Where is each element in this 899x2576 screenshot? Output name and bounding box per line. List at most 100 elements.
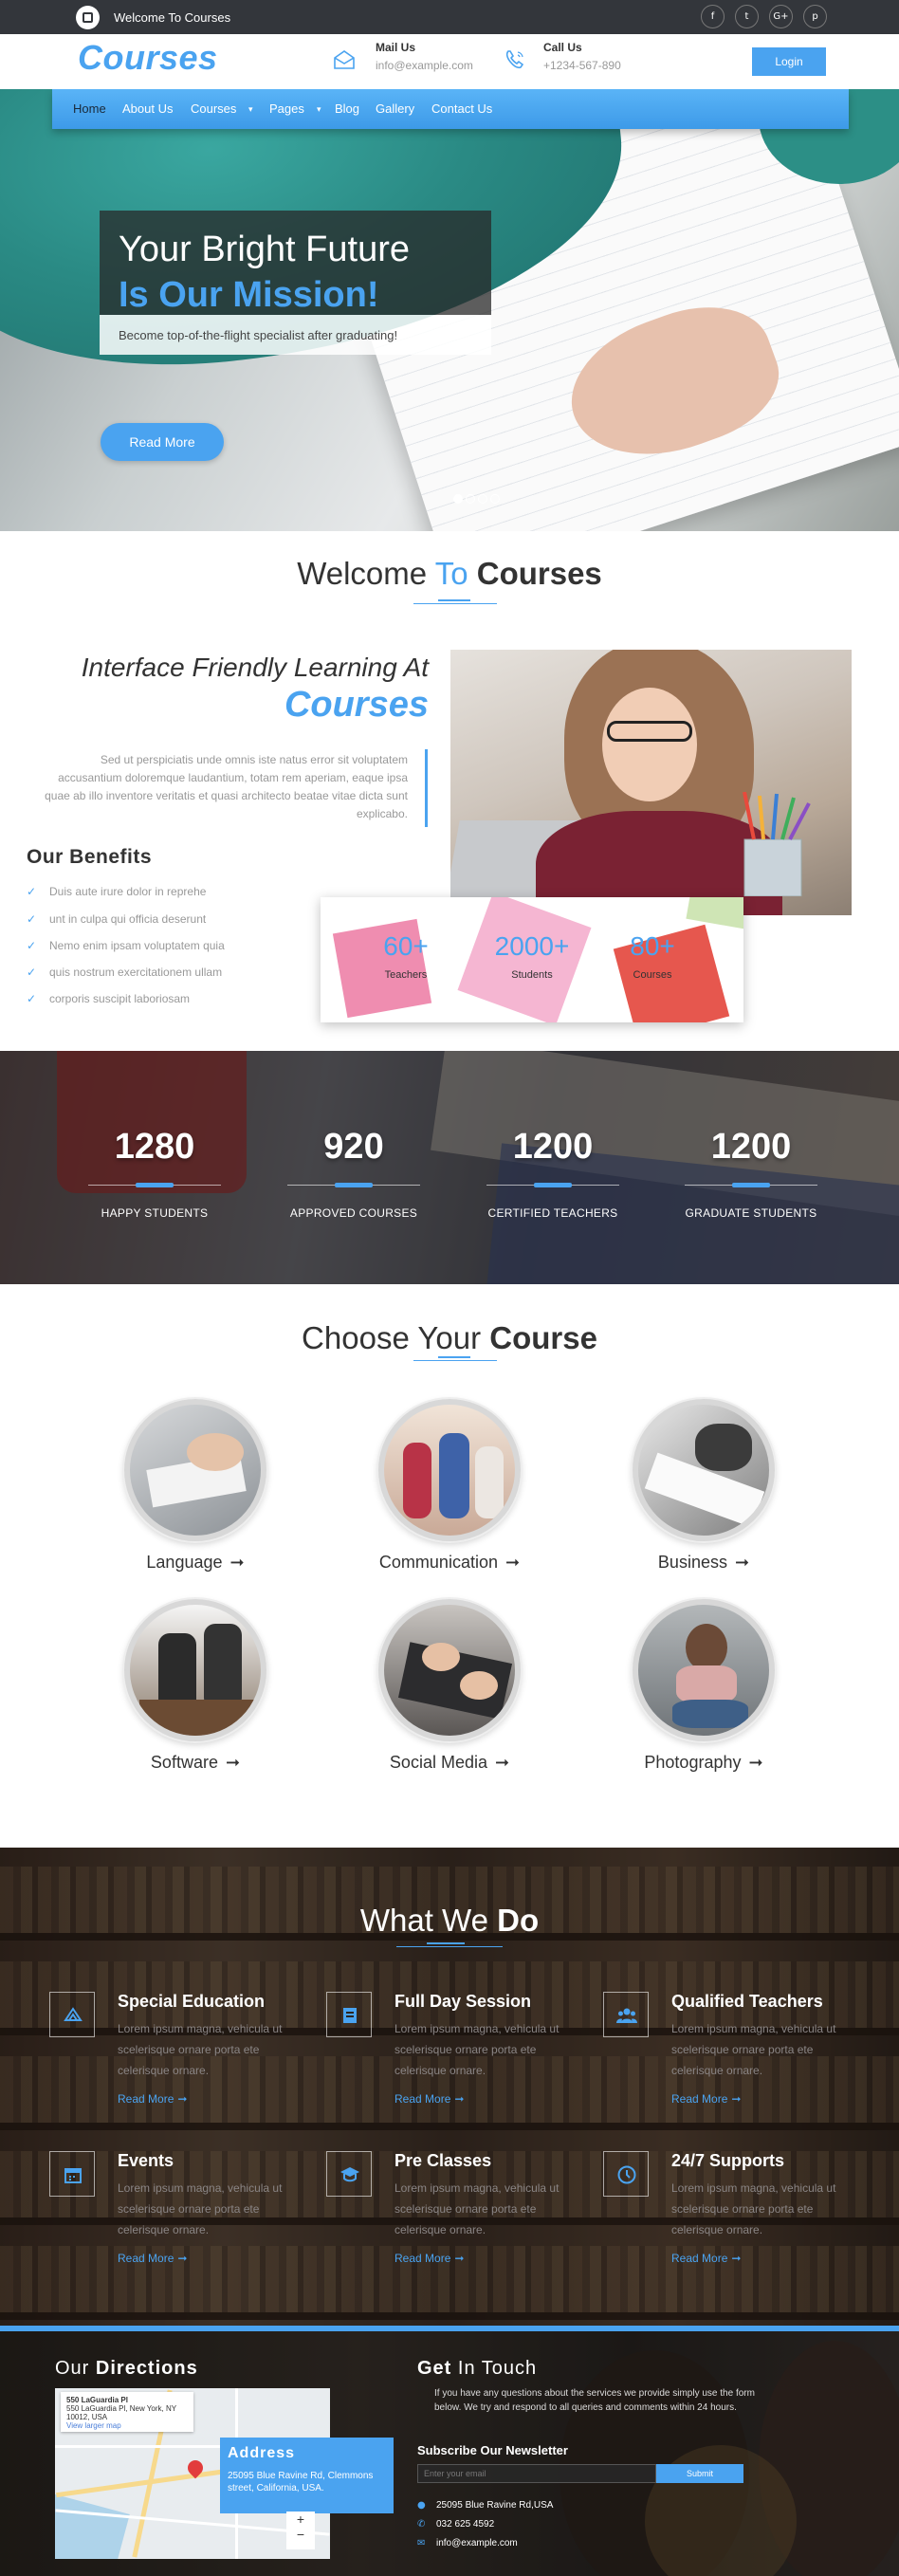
benefit-item: ✓ Nemo enim ipsam voluptatem quia [27,939,225,952]
nav-about[interactable]: About Us [122,101,173,116]
mortarboard-icon [326,2151,372,2197]
arrow-right-icon: ➞ [494,1753,510,1773]
arrow-right-icon: ➞ [225,1753,241,1773]
pinterest-icon[interactable]: p [803,5,827,28]
course-language[interactable]: Language ➞ [101,1399,290,1573]
nav-blog[interactable]: Blog [335,101,359,116]
benefit-item: ✓ Duis aute irure dolor in reprehe [27,885,207,898]
graduation-icon [49,1992,95,2037]
twitter-icon[interactable]: t [735,5,759,28]
facebook-icon[interactable]: f [701,5,725,28]
stat-teachers: 60+ Teachers [383,931,429,981]
course-image[interactable] [124,1599,266,1741]
check-icon: ✓ [27,885,37,898]
arrow-right-icon: ➞ [177,2252,188,2265]
google-plus-icon[interactable]: G+ [769,5,793,28]
check-icon: ✓ [27,939,37,952]
site-header: Courses Mail Us info@example.com Call Us… [0,34,899,89]
directions-title: Our Directions [55,2358,198,2379]
read-more-link[interactable]: Read More ➞ [118,2092,187,2106]
course-label[interactable]: Communication [379,1553,498,1572]
student-photo [450,650,852,915]
nav-gallery[interactable]: Gallery [376,101,414,116]
counter-approved-courses: 920 APPROVED COURSES [283,1127,425,1220]
slider-dot[interactable] [490,494,500,504]
users-icon [603,1992,649,2037]
course-label[interactable]: Language [146,1553,222,1572]
hero-line-2: Is Our Mission! [119,275,379,315]
check-icon: ✓ [27,992,37,1005]
read-more-link[interactable]: Read More ➞ [394,2252,464,2265]
course-label[interactable]: Business [658,1553,727,1572]
course-business[interactable]: Business ➞ [609,1399,798,1573]
phone-icon [505,50,524,69]
nav-pages[interactable]: Pages [269,101,304,116]
feature-full-day-session: Full Day Session Lorem ipsum magna, vehi… [326,1992,582,2115]
welcome-text: Welcome To Courses [114,10,231,25]
course-image[interactable] [124,1399,266,1541]
contact-phone: ✆ 032 625 4592 [417,2519,495,2530]
mail-value[interactable]: info@example.com [376,59,473,72]
calendar-icon [49,2151,95,2197]
newsletter-submit-button[interactable]: Submit [656,2464,743,2483]
contact-address: ● 25095 Blue Ravine Rd,USA [417,2500,554,2511]
arrow-right-icon: ➞ [454,2092,465,2106]
benefits-title: Our Benefits [27,846,153,868]
hero-slider: Home About Us Courses ▾ Pages ▾ Blog Gal… [0,89,899,531]
contact-email[interactable]: ✉ info@example.com [417,2538,518,2548]
course-image[interactable] [378,1599,521,1741]
get-in-touch-title: Get In Touch [417,2358,538,2379]
arrow-right-icon: ➞ [177,2092,188,2106]
top-bar: Welcome To Courses f t G+ p [0,0,899,34]
hero-read-more-button[interactable]: Read More [101,423,224,461]
phone-icon: ✆ [417,2519,426,2530]
slider-dot[interactable] [453,494,463,504]
course-image[interactable] [633,1599,775,1741]
check-icon: ✓ [27,912,37,926]
arrow-right-icon: ➞ [731,2252,742,2265]
feature-qualified-teachers: Qualified Teachers Lorem ipsum magna, ve… [603,1992,859,2115]
map-zoom-control[interactable]: + − [286,2512,315,2549]
brand-logo[interactable]: Courses [78,38,218,78]
arrow-right-icon: ➞ [454,2252,465,2265]
check-icon: ✓ [27,966,37,979]
view-larger-map-link[interactable]: View larger map [66,2421,188,2430]
course-software[interactable]: Software ➞ [101,1599,290,1773]
feature-events: Events Lorem ipsum magna, vehicula ut sc… [49,2151,305,2274]
slider-dot[interactable] [466,494,475,504]
interface-heading: Interface Friendly Learning At [81,653,429,682]
login-button[interactable]: Login [752,47,826,76]
chevron-down-icon[interactable]: ▾ [317,104,321,115]
get-in-touch-paragraph: If you have any questions about the serv… [434,2388,755,2413]
course-image[interactable] [378,1399,521,1541]
benefit-item: ✓ corporis suscipit laboriosam [27,992,191,1005]
read-more-link[interactable]: Read More ➞ [118,2252,187,2265]
nav-contact[interactable]: Contact Us [431,101,492,116]
arrow-right-icon: ➞ [748,1753,763,1773]
what-we-do-title: What We Do [359,1903,540,1938]
call-title: Call Us [543,41,582,54]
nav-home[interactable]: Home [73,101,106,116]
slider-dots [453,491,503,508]
read-more-link[interactable]: Read More ➞ [394,2092,464,2106]
course-social-media[interactable]: Social Media ➞ [355,1599,544,1773]
course-label[interactable]: Software [151,1753,218,1772]
newsletter-email-input[interactable]: Enter your email [417,2464,656,2483]
course-image[interactable] [633,1399,775,1541]
welcome-paragraph: Sed ut perspiciatis unde omnis iste natu… [45,753,408,820]
read-more-link[interactable]: Read More ➞ [671,2092,741,2106]
read-more-link[interactable]: Read More ➞ [671,2252,741,2265]
course-label[interactable]: Social Media [390,1753,487,1772]
slider-dot[interactable] [478,494,487,504]
clock-icon [603,2151,649,2197]
call-value[interactable]: +1234-567-890 [543,59,621,72]
counter-certified-teachers: 1200 CERTIFIED TEACHERS [486,1127,619,1220]
welcome-section-title: Welcome To Courses [297,556,602,591]
feature-24-7-supports: 24/7 Supports Lorem ipsum magna, vehicul… [603,2151,859,2274]
course-photography[interactable]: Photography ➞ [609,1599,798,1773]
course-communication[interactable]: Communication ➞ [355,1399,544,1573]
chevron-down-icon[interactable]: ▾ [248,104,253,115]
counter-graduate-students: 1200 GRADUATE STUDENTS [685,1127,817,1220]
course-label[interactable]: Photography [644,1753,741,1772]
nav-courses[interactable]: Courses [191,101,236,116]
